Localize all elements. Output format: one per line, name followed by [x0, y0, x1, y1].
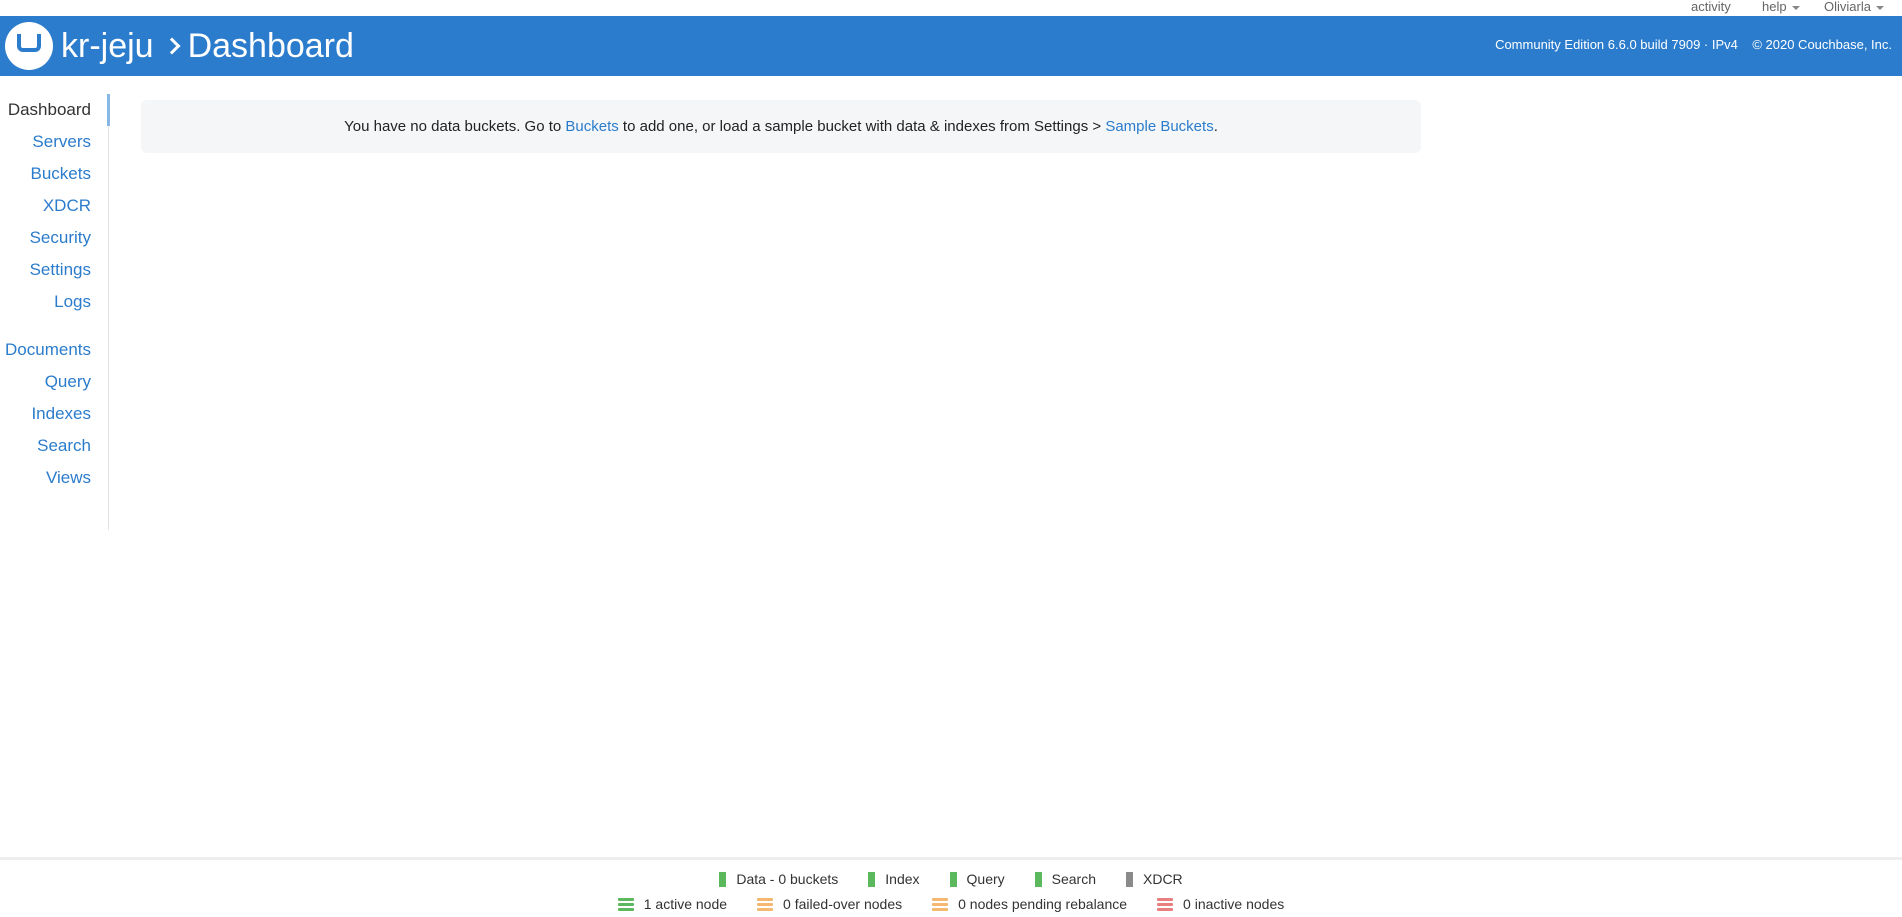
top-utility-bar: activity help Oliviarla — [0, 0, 1902, 16]
sidebar-group-data: Documents Query Indexes Search Views — [0, 334, 108, 494]
version-text: Community Edition 6.6.0 build 7909 · IPv… — [1495, 37, 1738, 52]
user-label: Oliviarla — [1824, 0, 1871, 14]
node-status-label: 1 active node — [643, 896, 728, 912]
sample-buckets-link[interactable]: Sample Buckets — [1105, 118, 1213, 135]
nodes-inactive[interactable]: 0 inactive nodes — [1157, 896, 1284, 912]
service-index: Index — [868, 871, 920, 887]
activity-menu[interactable]: activity — [1691, 0, 1731, 14]
breadcrumb: kr-jeju Dashboard — [61, 24, 354, 68]
nodes-status-row: 1 active node 0 failed-over nodes 0 node… — [0, 896, 1902, 912]
chevron-right-icon — [163, 37, 181, 55]
version-info: Community Edition 6.6.0 build 7909 · IPv… — [1495, 37, 1892, 52]
services-status-row: Data - 0 buckets Index Query Search XDCR — [0, 871, 1902, 887]
node-status-label: 0 inactive nodes — [1183, 896, 1285, 912]
chevron-down-icon — [1875, 5, 1884, 10]
cluster-name[interactable]: kr-jeju — [61, 24, 154, 68]
no-buckets-alert: You have no data buckets. Go to Buckets … — [141, 100, 1421, 153]
service-search: Search — [1034, 871, 1096, 887]
service-label: Index — [885, 871, 920, 887]
activity-label: activity — [1691, 0, 1731, 14]
sidebar-item-security[interactable]: Security — [0, 222, 108, 254]
service-xdcr: XDCR — [1126, 871, 1183, 887]
sidebar-nav: Dashboard Servers Buckets XDCR Security … — [0, 94, 110, 530]
sidebar-item-dashboard[interactable]: Dashboard — [0, 94, 110, 126]
server-icon — [617, 897, 634, 911]
chevron-down-icon — [1791, 5, 1800, 10]
service-data: Data - 0 buckets — [719, 871, 838, 887]
service-label: Search — [1051, 871, 1096, 887]
sidebar-group-admin: Dashboard Servers Buckets XDCR Security … — [0, 94, 110, 318]
nodes-active[interactable]: 1 active node — [617, 896, 728, 912]
service-label: XDCR — [1143, 871, 1183, 887]
service-status-indicator — [949, 871, 957, 887]
node-status-label: 0 failed-over nodes — [783, 896, 903, 912]
help-label: help — [1762, 0, 1787, 14]
buckets-link[interactable]: Buckets — [565, 118, 618, 135]
alert-text-before: You have no data buckets. Go to — [344, 118, 566, 135]
sidebar-item-settings[interactable]: Settings — [0, 254, 108, 286]
sidebar-item-indexes[interactable]: Indexes — [0, 398, 108, 430]
service-status-indicator — [719, 871, 727, 887]
copyright-text: © 2020 Couchbase, Inc. — [1752, 37, 1892, 52]
sidebar-item-query[interactable]: Query — [0, 366, 108, 398]
sidebar-item-search[interactable]: Search — [0, 430, 108, 462]
service-query: Query — [949, 871, 1005, 887]
nodes-failed-over[interactable]: 0 failed-over nodes — [757, 896, 902, 912]
couchbase-logo-icon[interactable] — [5, 22, 53, 70]
sidebar-item-servers[interactable]: Servers — [0, 126, 108, 158]
server-icon — [1157, 897, 1174, 911]
page-title: Dashboard — [187, 27, 354, 65]
sidebar-item-logs[interactable]: Logs — [0, 286, 108, 318]
nodes-pending-rebalance[interactable]: 0 nodes pending rebalance — [932, 896, 1127, 912]
service-label: Data - 0 buckets — [736, 871, 839, 887]
sidebar-item-documents[interactable]: Documents — [0, 334, 108, 366]
sidebar-item-buckets[interactable]: Buckets — [0, 158, 108, 190]
service-status-indicator — [1034, 871, 1042, 887]
node-status-label: 0 nodes pending rebalance — [958, 896, 1128, 912]
alert-text-middle: to add one, or load a sample bucket with… — [618, 118, 1106, 135]
help-menu[interactable]: help — [1762, 0, 1800, 14]
app-header: kr-jeju Dashboard Community Edition 6.6.… — [0, 16, 1902, 76]
service-label: Query — [966, 871, 1005, 887]
service-status-indicator — [868, 871, 876, 887]
sidebar-item-views[interactable]: Views — [0, 462, 108, 494]
server-icon — [932, 897, 949, 911]
service-status-indicator — [1126, 871, 1133, 887]
sidebar-item-xdcr[interactable]: XDCR — [0, 190, 108, 222]
alert-text-after: . — [1213, 118, 1218, 135]
server-icon — [757, 897, 774, 911]
status-footer: Data - 0 buckets Index Query Search XDCR… — [0, 857, 1902, 917]
user-menu[interactable]: Oliviarla — [1824, 0, 1884, 14]
